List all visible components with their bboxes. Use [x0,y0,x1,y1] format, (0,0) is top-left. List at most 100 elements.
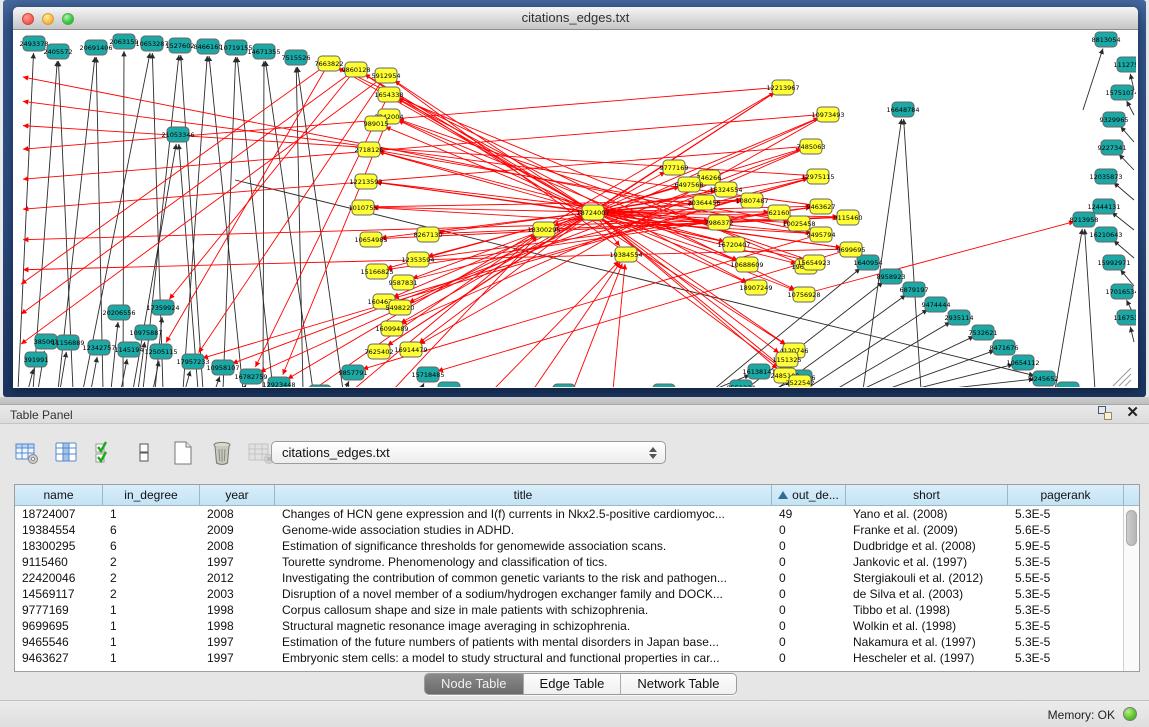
table-cell[interactable]: Jankovic et al. (1997) [846,554,1008,570]
network-node[interactable]: 2405572 [44,44,73,59]
table-cell[interactable]: 2 [103,554,200,570]
table-cell[interactable]: 5.3E-5 [1008,554,1124,570]
table-row[interactable]: 1456911722003Disruption of a novel membe… [15,586,1139,602]
table-cell[interactable]: Hescheler et al. (1997) [846,650,1008,666]
table-cell[interactable]: Estimation of the future numbers of pati… [275,634,772,650]
network-node[interactable]: 10975887 [129,325,162,340]
network-edge[interactable] [398,119,814,262]
table-row[interactable]: 1872400712008Changes of HCN gene express… [15,506,1139,522]
network-edge[interactable] [835,322,950,387]
network-edge[interactable] [593,212,786,344]
network-node[interactable]: 10654112 [1006,355,1039,370]
table-row[interactable]: 969969511998Structural magnetic resonanc… [15,618,1139,634]
network-node[interactable]: 9951421 [650,384,679,387]
network-node[interactable]: 12213593 [349,174,382,189]
network-node[interactable]: 8471676 [990,340,1019,355]
table-cell[interactable]: 1 [103,602,200,618]
network-edge[interactable] [1114,183,1134,200]
network-node[interactable]: 1527602 [166,38,195,53]
table-cell[interactable]: Estimation of significance thresholds fo… [275,538,772,554]
network-node[interactable]: 9699695 [837,242,866,257]
table-cell[interactable]: 5.3E-5 [1008,506,1124,522]
table-cell[interactable]: 9463627 [15,650,103,666]
table-cell[interactable]: 5.3E-5 [1008,634,1124,650]
network-node[interactable]: 391991 [24,352,49,367]
network-edge[interactable] [1085,229,1095,387]
network-edge[interactable] [111,322,118,387]
table-cell[interactable]: 5.3E-5 [1008,586,1124,602]
network-edge[interactable] [345,381,349,387]
network-window-titlebar[interactable]: citations_edges.txt [13,7,1138,30]
close-window-button[interactable] [22,13,34,25]
table-cell[interactable]: 1998 [200,602,275,618]
network-edge[interactable] [338,68,593,212]
table-row[interactable]: 911546021997Tourette syndrome. Phenomeno… [15,554,1139,570]
network-node[interactable]: 9857791 [339,365,368,380]
network-node[interactable]: 989015 [364,116,389,131]
tab-edge-table[interactable]: Edge Table [524,674,622,694]
network-node[interactable]: 9551122 [306,385,335,387]
network-node[interactable]: 9587831 [389,275,418,290]
network-node[interactable]: 12342757 [82,340,115,355]
table-cell[interactable]: 2009 [200,522,275,538]
table-cell[interactable]: 14569117 [15,586,103,602]
table-cell[interactable]: 1997 [200,554,275,570]
network-node[interactable]: 8958923 [877,269,906,284]
table-cell[interactable]: 2008 [200,506,275,522]
network-node[interactable]: 1010755 [349,200,378,215]
table-cell[interactable]: 5.5E-5 [1008,570,1124,586]
table-cell[interactable]: Wolkin et al. (1998) [846,618,1008,634]
table-selector-dropdown[interactable]: citations_edges.txt [271,441,666,464]
network-node[interactable]: 9551224 [727,380,756,387]
table-cell[interactable]: 19384554 [15,522,103,538]
network-edge[interactable] [885,350,995,387]
network-node[interactable]: 15992971 [1097,255,1130,270]
network-node[interactable]: 1145194 [115,342,144,357]
network-node[interactable]: 16648784 [886,102,919,117]
table-cell[interactable]: Investigating the contribution of common… [275,570,772,586]
network-edge[interactable] [185,371,190,387]
network-node[interactable]: 12353594 [401,252,434,267]
resize-grip-icon[interactable] [1113,368,1131,386]
network-node[interactable]: 62160 [768,205,790,220]
close-panel-icon[interactable]: ✕ [1126,406,1139,420]
network-node[interactable]: 12035873 [1089,169,1122,184]
float-panel-icon[interactable] [1098,406,1112,420]
network-edge[interactable] [123,51,124,387]
network-node[interactable]: 10653287 [135,36,168,51]
table-cell[interactable]: 0 [772,522,846,538]
network-node[interactable]: 6497568 [675,177,704,192]
network-node[interactable]: 7485063 [797,139,826,154]
tab-network-table[interactable]: Network Table [621,674,735,694]
column-visibility-icon[interactable] [53,440,79,466]
network-node[interactable]: 18907249 [739,280,772,295]
table-cell[interactable]: 18300295 [15,538,103,554]
network-node[interactable]: 15166825 [360,264,393,279]
table-cell[interactable]: 9777169 [15,602,103,618]
table-cell[interactable]: 49 [772,506,846,522]
table-cell[interactable]: Disruption of a novel member of a sodium… [275,586,772,602]
network-node[interactable]: 5498220 [386,300,415,315]
network-node[interactable]: 7986372 [705,215,734,230]
column-header-name[interactable]: name [15,485,103,505]
delete-column-icon[interactable] [209,440,235,466]
new-column-icon[interactable] [170,440,196,466]
network-node[interactable]: 9329965 [1100,112,1129,127]
table-cell[interactable]: 0 [772,538,846,554]
zoom-window-button[interactable] [62,13,74,25]
table-cell[interactable]: 6 [103,538,200,554]
table-cell[interactable]: Yano et al. (2008) [846,506,1008,522]
network-node[interactable]: 8213958 [1070,212,1099,227]
column-header-title[interactable]: title [275,485,772,505]
network-edge[interactable] [1055,229,1082,387]
network-edge[interactable] [297,67,343,387]
tab-node-table[interactable]: Node Table [425,674,524,694]
table-cell[interactable]: Genome-wide association studies in ADHD. [275,522,772,538]
network-edge[interactable] [243,385,246,387]
table-cell[interactable]: Changes of HCN gene expression and I(f) … [275,506,772,522]
table-cell[interactable]: 2003 [200,586,275,602]
network-edge[interactable] [385,127,593,212]
network-edge[interactable] [861,336,974,387]
network-node[interactable]: 8466160 [194,39,223,54]
table-cell[interactable]: 0 [772,602,846,618]
